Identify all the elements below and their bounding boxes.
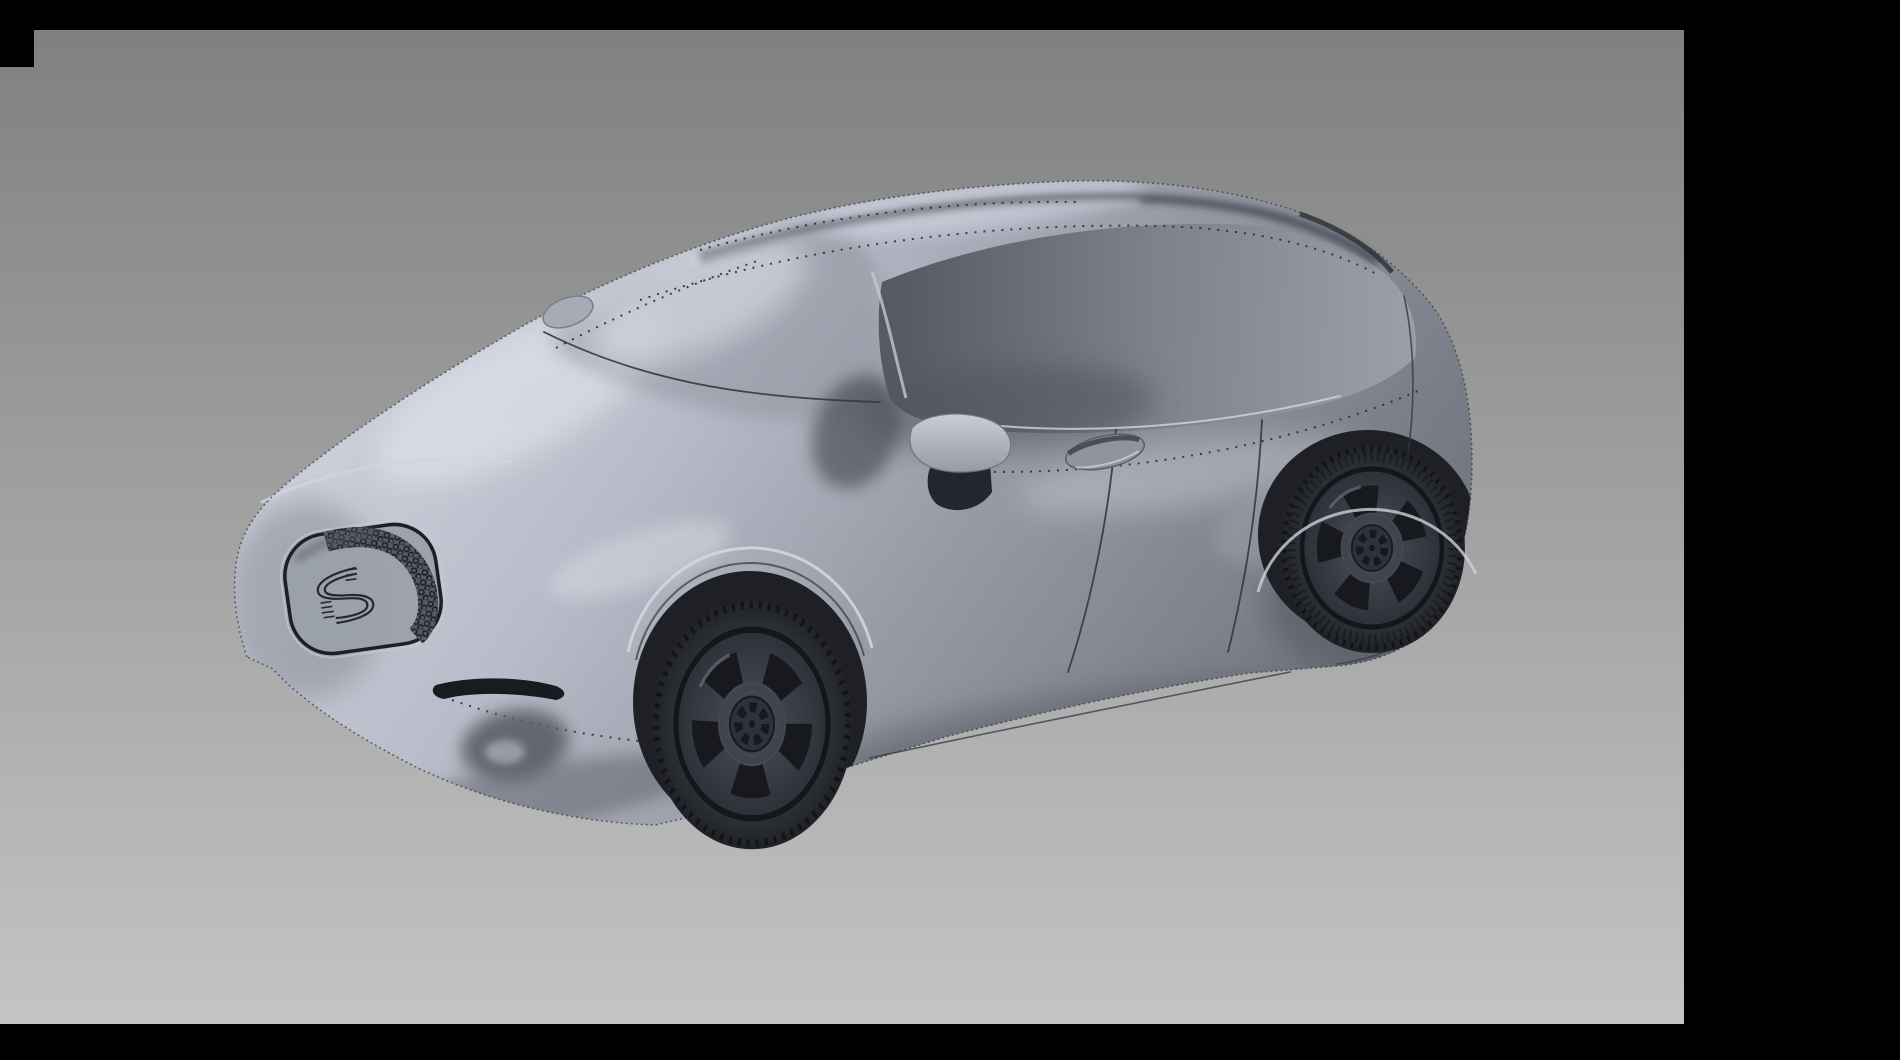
fog-lamp-glow [485, 740, 525, 764]
app-window [0, 0, 1900, 1060]
rear-hub-center [1369, 545, 1375, 551]
front-grille [275, 514, 451, 663]
front-hub-center [749, 720, 755, 727]
bottom-letterbox-bar [0, 1024, 1900, 1060]
top-letterbox-bar [0, 0, 1900, 30]
viewport-3d[interactable] [0, 0, 1900, 1060]
top-left-corner-notch [0, 30, 34, 67]
side-mirror-shell [910, 414, 1011, 472]
right-letterbox-bar [1684, 0, 1900, 1060]
rear-wheel [1279, 443, 1465, 653]
front-wheel [651, 599, 853, 849]
